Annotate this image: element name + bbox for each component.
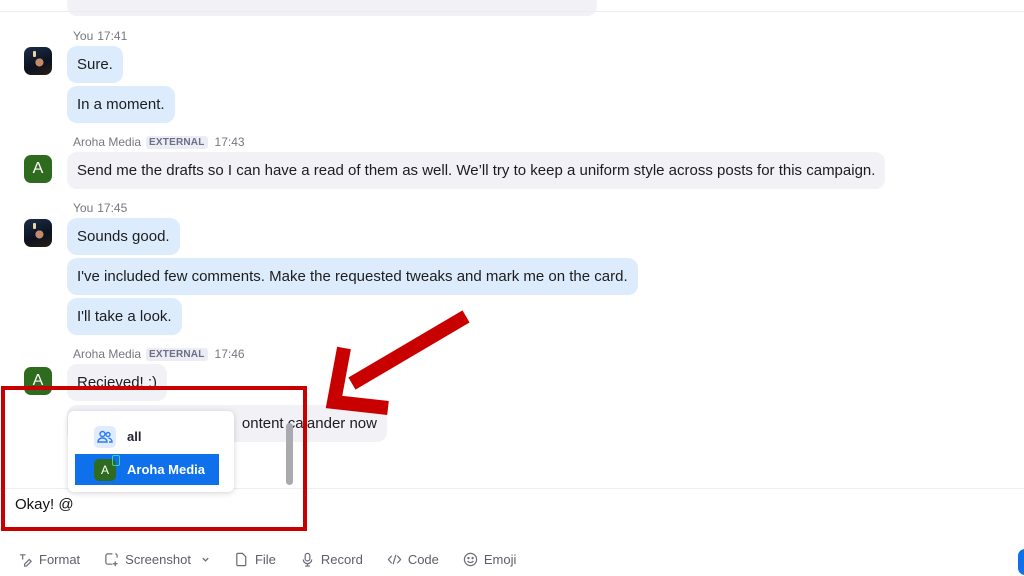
file-label: File xyxy=(254,552,276,567)
external-badge: EXTERNAL xyxy=(146,135,208,149)
message-meta: Aroha Media EXTERNAL 17:43 xyxy=(73,135,245,149)
sender-name: You xyxy=(73,201,94,215)
code-icon xyxy=(387,554,402,565)
message-bubble[interactable]: Send me the drafts so I can have a read … xyxy=(67,152,886,189)
screenshot-icon xyxy=(105,553,118,567)
message-time: 17:46 xyxy=(214,347,245,361)
message-bubble[interactable]: Sounds good. xyxy=(67,218,180,255)
message-time: 17:41 xyxy=(97,29,128,43)
code-button[interactable]: Code xyxy=(387,552,439,567)
divider xyxy=(0,11,1024,12)
file-button[interactable]: File xyxy=(234,552,276,567)
message-meta: You 17:41 xyxy=(73,29,127,43)
send-button[interactable] xyxy=(1018,549,1024,575)
format-label: Format xyxy=(39,552,81,567)
format-button[interactable]: Format xyxy=(18,552,80,567)
message-bubble[interactable]: I'll take a look. xyxy=(67,298,182,335)
emoji-icon xyxy=(463,552,478,567)
record-label: Record xyxy=(320,552,363,567)
annotation-highlight-box xyxy=(1,386,307,531)
sender-name: You xyxy=(73,29,94,43)
record-button[interactable]: Record xyxy=(300,552,363,567)
chevron-down-icon[interactable] xyxy=(201,555,210,564)
composer-toolbar: Format Screenshot File Record Code Emoji xyxy=(18,552,540,567)
contact-avatar[interactable]: A xyxy=(24,155,52,183)
screenshot-label: Screenshot xyxy=(125,552,191,567)
message-bubble[interactable]: Sure. xyxy=(67,46,123,83)
previous-message-bubble xyxy=(67,0,597,16)
message-meta: You 17:45 xyxy=(73,201,127,215)
message-time: 17:45 xyxy=(97,201,128,215)
annotation-arrow-icon xyxy=(325,310,470,415)
message-bubble[interactable]: I've included few comments. Make the req… xyxy=(67,258,638,295)
message-bubble[interactable]: In a moment. xyxy=(67,86,175,123)
emoji-label: Emoji xyxy=(483,552,517,567)
external-badge: EXTERNAL xyxy=(146,347,208,361)
file-icon xyxy=(236,552,247,567)
code-label: Code xyxy=(407,552,439,567)
message-meta: Aroha Media EXTERNAL 17:46 xyxy=(73,347,245,361)
sender-name: Aroha Media xyxy=(73,347,142,361)
sender-name: Aroha Media xyxy=(73,135,142,149)
microphone-icon xyxy=(302,552,313,567)
user-avatar[interactable] xyxy=(24,47,52,75)
message-time: 17:43 xyxy=(214,135,245,149)
emoji-button[interactable]: Emoji xyxy=(463,552,517,567)
user-avatar[interactable] xyxy=(24,219,52,247)
format-icon xyxy=(19,554,32,567)
screenshot-button[interactable]: Screenshot xyxy=(104,552,210,567)
chat-window: You 17:41 Sure. In a moment. Aroha Media… xyxy=(0,0,1024,576)
